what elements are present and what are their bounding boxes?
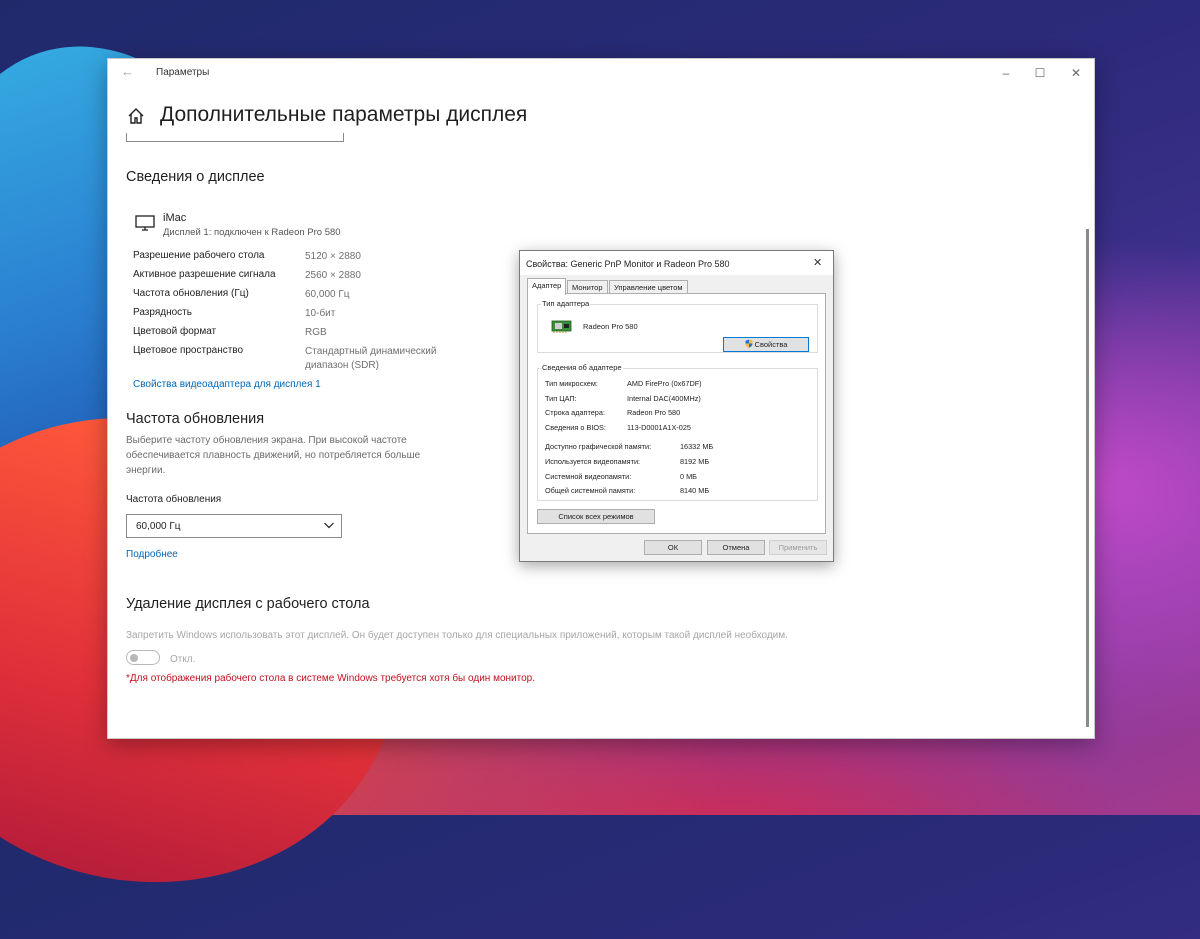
- info-value: 113-D0001A1X-025: [627, 423, 691, 432]
- info-label: Тип ЦАП:: [545, 394, 577, 403]
- tab-color-management[interactable]: Управление цветом: [609, 280, 688, 294]
- back-arrow-icon[interactable]: ←: [121, 65, 135, 79]
- info-label: Сведения о BIOS:: [545, 423, 606, 432]
- tab-monitor[interactable]: Монитор: [567, 280, 608, 294]
- mem-value: 8192 МБ: [680, 457, 710, 466]
- display-info-heading: Сведения о дисплее: [126, 169, 265, 185]
- dialog-title-bar: Свойства: Generic PnP Monitor и Radeon P…: [520, 251, 833, 275]
- monitor-connection: Дисплей 1: подключен к Radeon Pro 580: [163, 227, 341, 238]
- refresh-heading: Частота обновления: [126, 411, 265, 427]
- home-icon[interactable]: [126, 106, 146, 126]
- dialog-close-icon[interactable]: ✕: [813, 256, 822, 269]
- monitor-icon: [135, 215, 155, 231]
- maximize-button[interactable]: ☐: [1026, 63, 1054, 83]
- monitor-name: iMac: [163, 212, 187, 224]
- prop-value: 5120 × 2880: [305, 251, 361, 262]
- shield-icon: [745, 339, 753, 348]
- toggle-state-label: Откл.: [170, 654, 196, 665]
- graphics-card-icon: [551, 320, 572, 333]
- ok-button[interactable]: ОК: [644, 540, 702, 555]
- prop-label: Разрешение рабочего стола: [133, 250, 265, 261]
- apply-button[interactable]: Применить: [769, 540, 827, 555]
- properties-button-label: Свойства: [754, 340, 788, 349]
- adapter-properties-link[interactable]: Свойства видеоадаптера для дисплея 1: [133, 379, 321, 390]
- info-value: Internal DAC(400MHz): [627, 394, 701, 403]
- app-title: Параметры: [156, 67, 210, 78]
- mem-label: Доступно графической памяти:: [545, 442, 652, 451]
- scrollbar[interactable]: [1086, 229, 1089, 727]
- dialog-title: Свойства: Generic PnP Monitor и Radeon P…: [526, 259, 730, 269]
- toggle-knob: [130, 653, 138, 662]
- tab-panel: Тип адаптера Radeon Pro 580 Свойства Све…: [527, 293, 826, 534]
- remove-display-toggle[interactable]: [126, 650, 160, 665]
- remove-description: Запретить Windows использовать этот дисп…: [126, 630, 788, 641]
- mem-label: Общей системной памяти:: [545, 486, 636, 495]
- adapter-properties-button[interactable]: Свойства: [723, 337, 809, 352]
- info-value: AMD FirePro (0x67DF): [627, 379, 702, 388]
- display-select-partial[interactable]: [126, 133, 344, 142]
- remove-heading: Удаление дисплея с рабочего стола: [126, 596, 370, 612]
- tab-adapter[interactable]: Адаптер: [527, 278, 567, 295]
- adapter-properties-dialog: Свойства: Generic PnP Monitor и Radeon P…: [519, 250, 834, 562]
- title-bar: ← Параметры – ☐ ✕: [108, 59, 1094, 87]
- adapter-type-group: Тип адаптера Radeon Pro 580 Свойства: [537, 299, 818, 353]
- close-button[interactable]: ✕: [1062, 63, 1090, 83]
- refresh-description: Выберите частоту обновления экрана. При …: [126, 435, 421, 476]
- prop-label: Частота обновления (Гц): [133, 288, 249, 299]
- prop-value: 60,000 Гц: [305, 289, 350, 300]
- warning-text: *Для отображения рабочего стола в систем…: [126, 673, 535, 684]
- page-title: Дополнительные параметры дисплея: [160, 103, 528, 126]
- prop-label: Разрядность: [133, 307, 192, 318]
- refresh-field-label: Частота обновления: [126, 494, 222, 505]
- chevron-down-icon: [324, 522, 334, 529]
- info-label: Тип микросхем:: [545, 379, 598, 388]
- adapter-info-label: Сведения об адаптере: [541, 363, 623, 372]
- mem-value: 16332 МБ: [680, 442, 714, 451]
- refresh-rate-select[interactable]: 60,000 Гц: [126, 514, 342, 538]
- mem-label: Используется видеопамяти:: [545, 457, 641, 466]
- prop-label: Цветовой формат: [133, 326, 217, 337]
- adapter-type-label: Тип адаптера: [541, 299, 591, 308]
- prop-label: Цветовое пространство: [133, 345, 244, 356]
- learn-more-link[interactable]: Подробнее: [126, 549, 178, 560]
- cancel-button[interactable]: Отмена: [707, 540, 765, 555]
- prop-value: 2560 × 2880: [305, 270, 361, 281]
- mem-label: Системной видеопамяти:: [545, 472, 632, 481]
- refresh-rate-value: 60,000 Гц: [136, 521, 181, 532]
- adapter-info-group: Сведения об адаптере Тип микросхем: AMD …: [537, 363, 818, 501]
- mem-value: 0 МБ: [680, 472, 697, 481]
- prop-value: 10-бит: [305, 308, 336, 319]
- minimize-button[interactable]: –: [992, 63, 1020, 83]
- prop-value: Стандартный динамический диапазон (SDR): [305, 346, 437, 371]
- mem-value: 8140 МБ: [680, 486, 710, 495]
- prop-value: RGB: [305, 327, 327, 338]
- list-all-modes-button[interactable]: Список всех режимов: [537, 509, 655, 524]
- prop-label: Активное разрешение сигнала: [133, 269, 276, 280]
- info-value: Radeon Pro 580: [627, 408, 681, 417]
- adapter-name: Radeon Pro 580: [583, 322, 638, 331]
- info-label: Строка адаптера:: [545, 408, 605, 417]
